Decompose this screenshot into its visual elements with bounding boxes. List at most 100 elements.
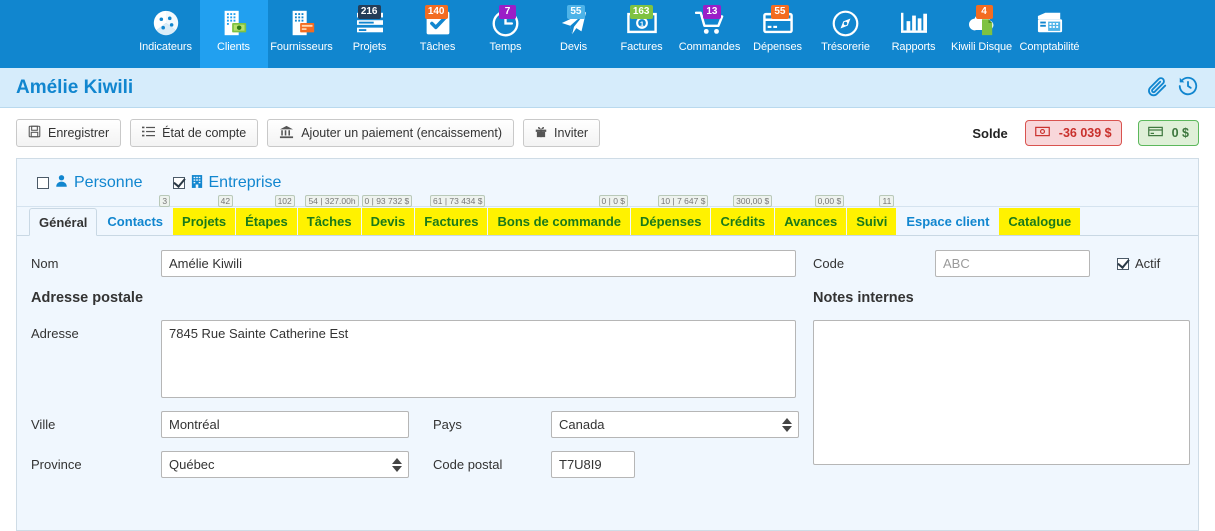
invite-button[interactable]: Inviter (523, 119, 601, 147)
title-bar: Amélie Kiwili (0, 68, 1215, 108)
time-icon: 7 (491, 5, 520, 38)
province-label: Province (31, 457, 82, 472)
province-select[interactable]: Québec (161, 451, 409, 478)
nav-item-label: Kiwili Disque (950, 41, 1013, 53)
entreprise-label: Entreprise (208, 173, 282, 191)
building-icon (191, 174, 203, 192)
tab-factures[interactable]: 61 | 73 434 $ Factures (415, 195, 488, 235)
nav-item-clients[interactable]: Clients (199, 0, 268, 68)
balance-credit-badge[interactable]: 0 $ (1137, 120, 1199, 146)
nav-badge: 4 (975, 5, 993, 19)
save-label: Enregistrer (48, 126, 110, 140)
nav-item-temps[interactable]: 7 Temps (472, 0, 540, 68)
nav-badge: 163 (629, 5, 653, 19)
invite-label: Inviter (554, 126, 589, 140)
actif-checkbox[interactable] (1117, 257, 1129, 270)
tab-badge: 0 | 93 732 $ (361, 195, 413, 207)
tab-espace-client[interactable]: Espace client (897, 208, 998, 235)
balance-due-value: -36 039 $ (1058, 126, 1112, 140)
nav-item-fournisseurs[interactable]: Fournisseurs (268, 0, 336, 68)
actif-label: Actif (1135, 256, 1161, 271)
field-adresse: Adresse (31, 320, 799, 398)
history-icon[interactable] (1177, 75, 1199, 100)
chevron-updown-icon (392, 457, 402, 472)
client-type-entreprise[interactable]: Entreprise (172, 173, 282, 192)
nav-item-commandes[interactable]: 13 Commandes (676, 0, 744, 68)
client-type-personne[interactable]: Personne (37, 174, 143, 192)
row-province-codepostal: Province Québec Code postal (31, 451, 799, 478)
projects-icon: 216 (355, 5, 385, 38)
tab-bons-de-commande[interactable]: 0 | 0 $ Bons de commande (488, 195, 631, 235)
tasks-icon: 140 (424, 5, 452, 38)
client-detail-panel: Personne Entreprise Général 3 Contacts 42 Pr… (16, 158, 1199, 531)
general-form: Nom Adresse postale Adresse Ville Pays C… (17, 236, 1198, 491)
tab-contacts[interactable]: 3 Contacts (98, 195, 172, 235)
adresse-label: Adresse (31, 326, 79, 341)
tab-badge: 11 (879, 195, 895, 207)
action-toolbar: Enregistrer État de compte Ajouter un pa… (0, 108, 1215, 158)
nav-item-projets[interactable]: 216 Projets (336, 0, 404, 68)
pays-label: Pays (433, 417, 462, 432)
nav-item-indicateurs[interactable]: Indicateurs (132, 0, 200, 68)
orders-icon: 13 (694, 5, 725, 38)
nav-badge: 55 (771, 5, 789, 19)
suppliers-icon (287, 8, 317, 38)
tab-label: Projets (182, 214, 227, 229)
accounting-icon (1035, 8, 1065, 38)
nav-item-t-ches[interactable]: 140 Tâches (404, 0, 472, 68)
tab-label: Dépenses (640, 214, 702, 229)
treasury-icon (831, 8, 860, 38)
nav-badge: 13 (703, 5, 721, 19)
cash-icon (1034, 126, 1050, 140)
reports-icon (900, 8, 928, 38)
tab-d-penses[interactable]: 10 | 7 647 $ Dépenses (631, 195, 711, 235)
add-payment-button[interactable]: Ajouter un paiement (encaissement) (267, 119, 515, 147)
nav-item-label: Commandes (678, 41, 741, 53)
nom-input[interactable] (161, 250, 796, 277)
save-button[interactable]: Enregistrer (16, 119, 122, 147)
tab-devis[interactable]: 0 | 93 732 $ Devis (361, 195, 415, 235)
actif-toggle[interactable]: Actif (1117, 256, 1160, 271)
adresse-textarea[interactable] (161, 320, 796, 398)
code-input[interactable] (935, 250, 1090, 277)
bank-icon (279, 125, 294, 142)
expenses-icon: 55 (762, 5, 793, 38)
nav-item-tr-sorerie[interactable]: Trésorerie (812, 0, 880, 68)
nav-item-comptabilit-[interactable]: Comptabilité (1016, 0, 1084, 68)
entreprise-checkbox[interactable] (172, 176, 185, 189)
tab-catalogue[interactable]: Catalogue (999, 208, 1081, 235)
tab-badge: 42 (217, 195, 234, 207)
notes-internes-textarea[interactable] (813, 320, 1190, 465)
code-postal-input[interactable] (551, 451, 635, 478)
account-statement-label: État de compte (162, 126, 247, 140)
attachment-icon[interactable] (1146, 75, 1168, 100)
personne-label: Personne (74, 173, 143, 191)
nav-item-label: Tâches (419, 41, 456, 53)
tab-cr-dits[interactable]: 300,00 $ Crédits (711, 195, 775, 235)
tab-t-ches[interactable]: 54 | 327.00h Tâches (297, 195, 361, 235)
personne-checkbox[interactable] (37, 176, 49, 189)
quotes-icon: 55 (559, 5, 589, 38)
tab-g-n-ral[interactable]: Général (29, 208, 98, 236)
nav-badge: 216 (357, 5, 381, 19)
tab-suivi[interactable]: 11 Suivi (847, 195, 897, 235)
field-code: Code Actif (813, 250, 1190, 277)
tab-avances[interactable]: 0,00 $ Avances (775, 195, 847, 235)
tab-badge: 61 | 73 434 $ (430, 195, 486, 207)
tab-badge: 54 | 327.00h (305, 195, 359, 207)
nav-item-label: Factures (620, 41, 663, 53)
nav-badge: 140 (424, 5, 448, 19)
balance-due-badge[interactable]: -36 039 $ (1024, 120, 1122, 146)
nav-item-d-penses[interactable]: 55 Dépenses (744, 0, 812, 68)
account-statement-button[interactable]: État de compte (130, 119, 259, 147)
nav-item-rapports[interactable]: Rapports (880, 0, 948, 68)
nav-item-devis[interactable]: 55 Devis (540, 0, 608, 68)
tab-label: Devis (370, 214, 406, 229)
form-right-column: Code Actif Notes internes (799, 250, 1198, 491)
ville-input[interactable] (161, 411, 409, 438)
nav-item-kiwili-disque[interactable]: 4 Kiwili Disque (948, 0, 1016, 68)
tab--tapes[interactable]: 102 Étapes (236, 195, 297, 235)
pays-select[interactable]: Canada (551, 411, 799, 438)
tab-projets[interactable]: 42 Projets (173, 195, 236, 235)
nav-item-factures[interactable]: 1 163 Factures (608, 0, 676, 68)
